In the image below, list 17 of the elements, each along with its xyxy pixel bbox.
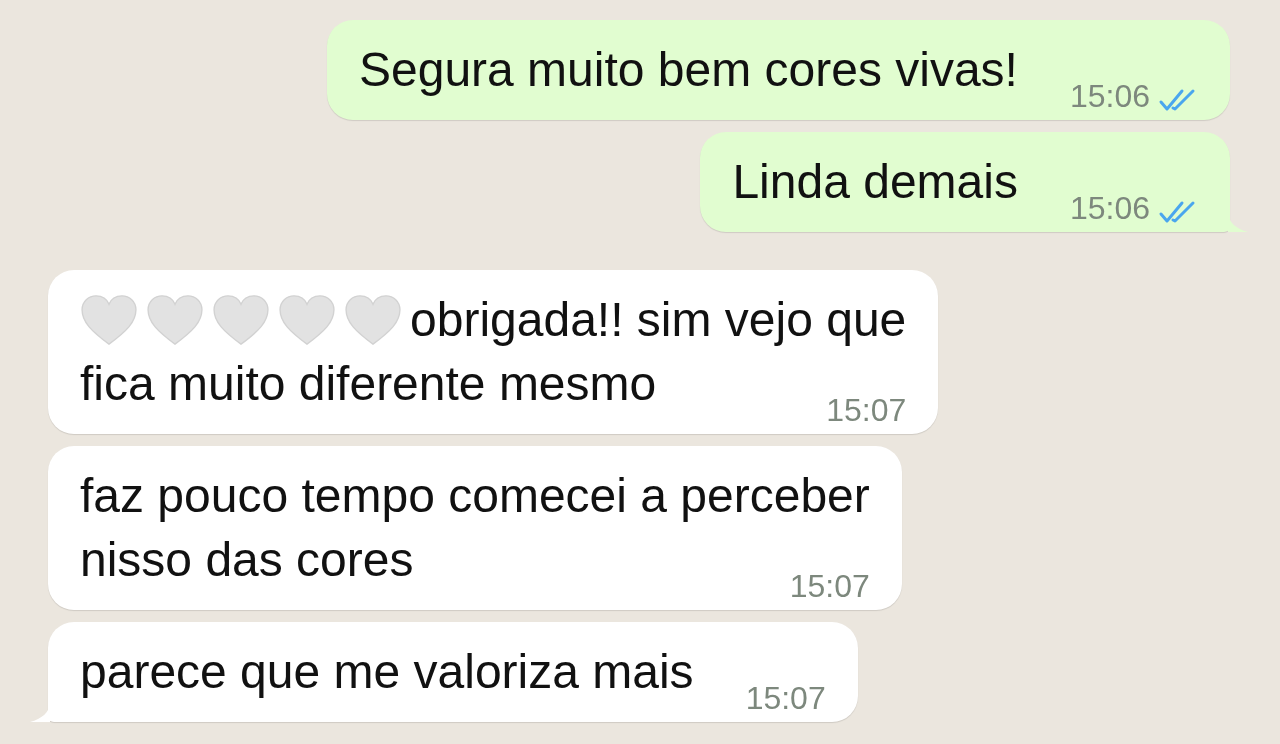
heart-icon bbox=[80, 294, 138, 346]
message-text: Linda demais bbox=[732, 154, 1018, 210]
heart-icon bbox=[212, 294, 270, 346]
message-time: 15:07 bbox=[789, 567, 870, 606]
heart-icon bbox=[146, 294, 204, 346]
message-text: faz pouco tempo comecei a perceber bbox=[80, 468, 870, 524]
message-time: 15:07 bbox=[745, 679, 826, 718]
heart-icon bbox=[344, 294, 402, 346]
message-time: 15:07 bbox=[826, 391, 907, 430]
message-time: 15:06 bbox=[1069, 77, 1150, 116]
message-time: 15:06 bbox=[1069, 189, 1150, 228]
heart-icon bbox=[278, 294, 336, 346]
message-text: nisso das cores bbox=[80, 532, 414, 588]
message-text: obrigada!! sim vejo que bbox=[410, 292, 907, 348]
message-text: parece que me valoriza mais bbox=[80, 644, 694, 700]
message-text: Segura muito bem cores vivas! bbox=[358, 42, 1018, 98]
message-text: fica muito diferente mesmo bbox=[80, 356, 657, 412]
